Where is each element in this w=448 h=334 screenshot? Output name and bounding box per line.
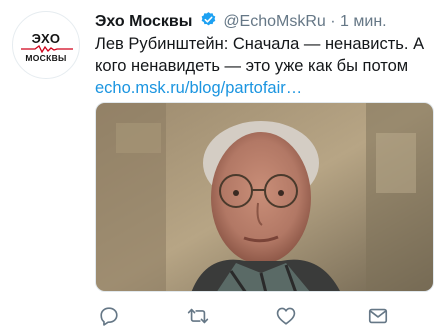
avatar-logo-bottom: МОСКВЫ: [25, 53, 67, 63]
speech-bubble-icon[interactable]: [98, 305, 120, 327]
echo-wave-icon: [21, 45, 73, 53]
media-photo[interactable]: [95, 102, 434, 292]
verified-badge-icon: [201, 12, 216, 26]
tweet-text: Лев Рубинштейн: Сначала — ненависть. А к…: [95, 35, 425, 75]
heart-icon[interactable]: [275, 305, 297, 327]
mail-icon[interactable]: [367, 305, 389, 327]
retweet-icon[interactable]: [187, 305, 209, 327]
tweet-body: Лев Рубинштейн: Сначала — ненависть. А к…: [95, 33, 440, 99]
photo-portrait: [96, 103, 433, 291]
tweet-header: Эхо Москвы @EchoMskRu · 1 мин.: [95, 11, 387, 32]
separator-dot: ·: [330, 13, 336, 30]
tweet-link[interactable]: echo.msk.ru/blog/partofair…: [95, 77, 440, 99]
action-bar: [95, 305, 395, 327]
avatar-logo-top: ЭХО: [31, 31, 61, 46]
account-handle[interactable]: @EchoMskRu: [223, 13, 326, 30]
timestamp[interactable]: 1 мин.: [340, 13, 387, 30]
avatar[interactable]: ЭХО МОСКВЫ: [12, 11, 80, 79]
account-name[interactable]: Эхо Москвы: [95, 13, 192, 30]
